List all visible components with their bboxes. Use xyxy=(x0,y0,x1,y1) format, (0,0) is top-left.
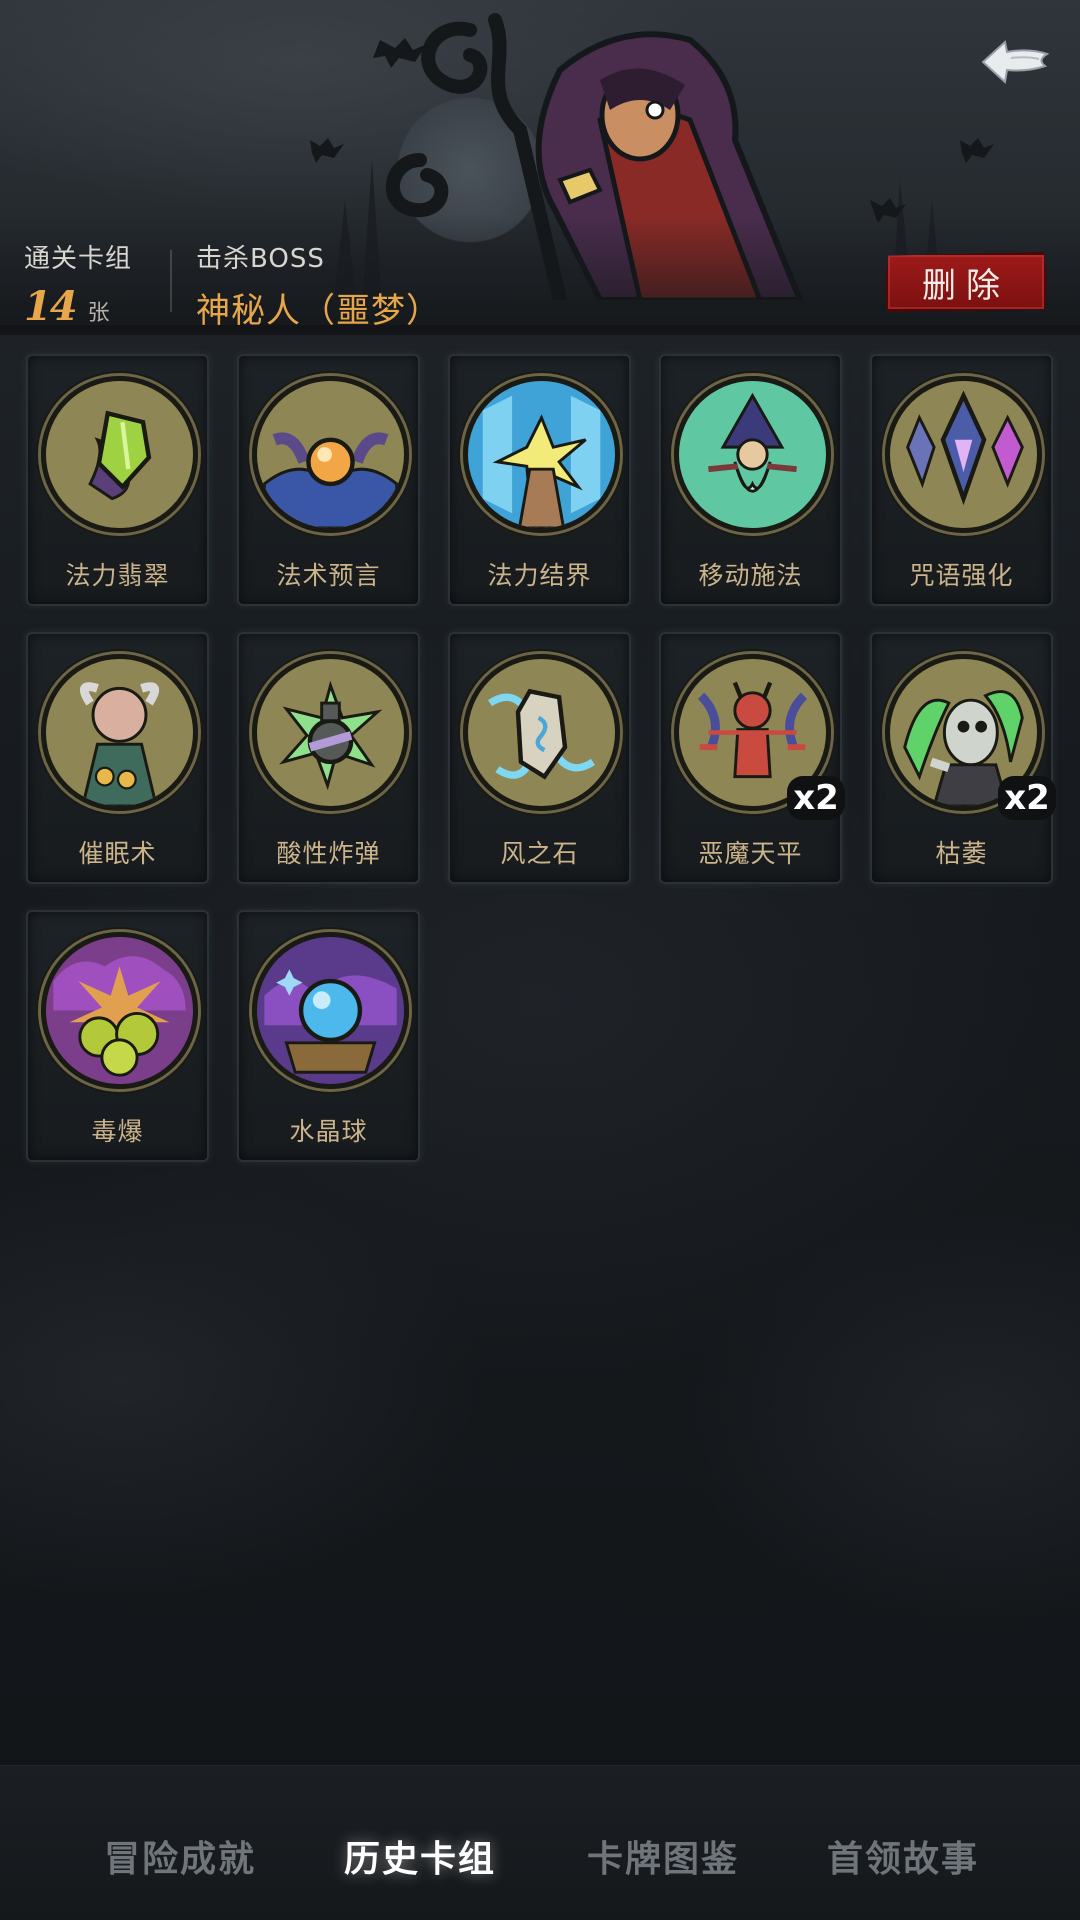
card-name: 催眠术 xyxy=(78,839,157,868)
history-deck-screen: 通关卡组 14 张 击杀BOSS 神秘人（噩梦） 删除 法力翡翠 法术预言 法力… xyxy=(0,0,1080,1920)
card-item[interactable]: 法力结界 xyxy=(448,354,631,606)
crystal-ball-icon xyxy=(252,932,409,1089)
barrier-hand-icon xyxy=(463,376,620,533)
tab-adventure-achievements[interactable]: 冒险成就 xyxy=(80,1826,280,1886)
card-name: 毒爆 xyxy=(91,1117,144,1146)
crystal-shards-icon xyxy=(885,376,1042,533)
acid-bomb-icon xyxy=(252,654,409,811)
card-name: 恶魔天平 xyxy=(698,839,803,868)
bottom-tab-bar: 冒险成就 历史卡组 卡牌图鉴 首领故事 xyxy=(0,1765,1080,1920)
deck-unit: 张 xyxy=(87,301,110,326)
card-name: 移动施法 xyxy=(698,561,803,590)
tab-boss-stories[interactable]: 首领故事 xyxy=(803,1826,1003,1886)
tab-card-codex[interactable]: 卡牌图鉴 xyxy=(563,1826,763,1886)
deck-count-row: 14 张 xyxy=(24,283,132,330)
card-item[interactable]: 风之石 xyxy=(448,632,631,884)
card-item[interactable]: 水晶球 xyxy=(237,910,420,1162)
card-item[interactable]: x2 恶魔天平 xyxy=(659,632,845,884)
card-name: 咒语强化 xyxy=(909,561,1014,590)
card-item[interactable]: 移动施法 xyxy=(659,354,842,606)
card-name: 水晶球 xyxy=(289,1117,368,1146)
boss-stat: 击杀BOSS 神秘人（噩梦） xyxy=(196,238,441,332)
tab-history-deck[interactable]: 历史卡组 xyxy=(320,1826,520,1886)
card-name: 法术预言 xyxy=(276,561,381,590)
back-arrow-icon xyxy=(981,40,1050,84)
boss-name: 神秘人（噩梦） xyxy=(196,291,441,331)
card-item[interactable]: 咒语强化 xyxy=(870,354,1053,606)
crystal-orb-hands-icon xyxy=(252,376,409,533)
card-name: 风之石 xyxy=(500,839,579,868)
card-name: 法力翡翠 xyxy=(65,561,170,590)
card-item[interactable]: 法术预言 xyxy=(237,354,420,606)
deck-stat: 通关卡组 14 张 xyxy=(24,238,132,330)
card-item[interactable]: x2 枯萎 xyxy=(870,632,1056,884)
card-grid: 法力翡翠 法术预言 法力结界 移动施法 咒语强化 催眠术 酸性炸弹 风之石 x2… xyxy=(26,354,1056,1162)
back-button[interactable] xyxy=(975,32,1055,92)
card-item[interactable]: 法力翡翠 xyxy=(26,354,209,606)
card-name: 枯萎 xyxy=(935,839,988,868)
delete-button[interactable]: 删除 xyxy=(885,252,1047,312)
poison-burst-icon xyxy=(41,932,198,1089)
header-divider xyxy=(0,325,1080,335)
stat-divider xyxy=(170,250,172,312)
deck-count: 14 xyxy=(24,283,78,330)
card-item[interactable]: 催眠术 xyxy=(26,632,209,884)
header-banner: 通关卡组 14 张 击杀BOSS 神秘人（噩梦） 删除 xyxy=(0,0,1080,335)
card-item[interactable]: 毒爆 xyxy=(26,910,209,1162)
card-count-badge: x2 xyxy=(787,776,845,820)
card-item[interactable]: 酸性炸弹 xyxy=(237,632,420,884)
deck-label: 通关卡组 xyxy=(24,244,133,274)
card-name: 法力结界 xyxy=(487,561,592,590)
wizard-casting-icon xyxy=(674,376,831,533)
hypnotist-icon xyxy=(41,654,198,811)
green-gem-icon xyxy=(41,376,198,533)
card-name: 酸性炸弹 xyxy=(276,839,381,868)
card-count-badge: x2 xyxy=(998,776,1056,820)
boss-label: 击杀BOSS xyxy=(196,244,325,274)
wind-stone-icon xyxy=(463,654,620,811)
